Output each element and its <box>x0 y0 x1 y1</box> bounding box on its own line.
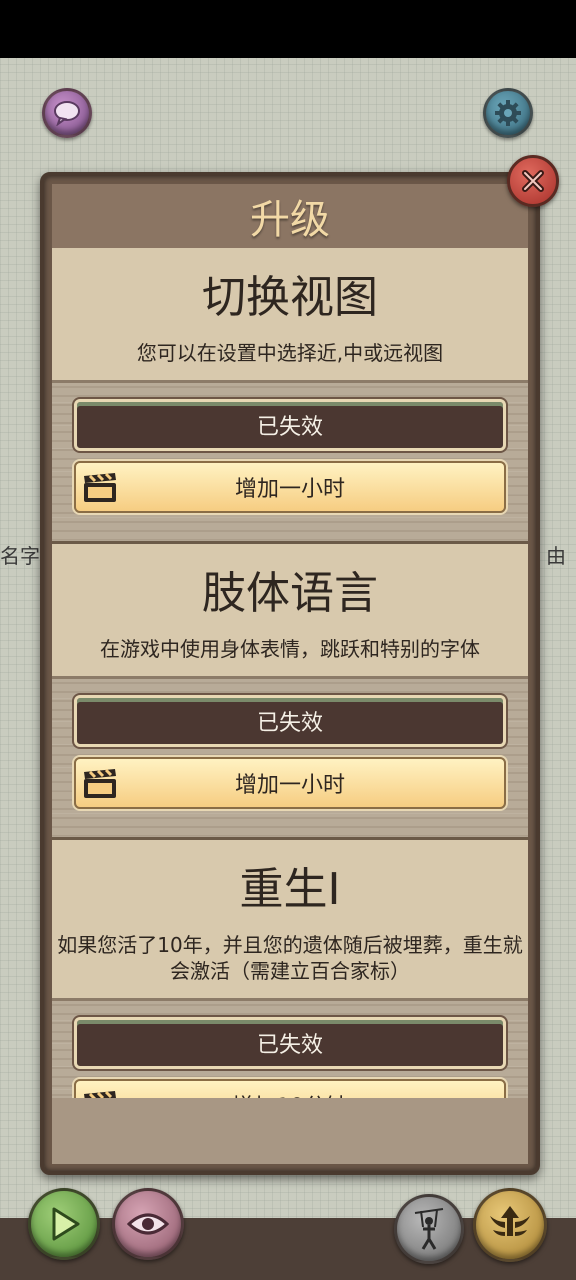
card-title: 切换视图 <box>202 272 378 323</box>
eye-icon <box>127 1213 169 1235</box>
close-x-icon <box>522 170 544 192</box>
gear-icon <box>495 100 521 126</box>
puppet-icon <box>414 1208 444 1250</box>
card-info: 重生I 如果您活了10年，并且您的遗体随后被埋葬，重生就会激活（需建立百合家标） <box>52 840 528 998</box>
card-description: 如果您活了10年，并且您的遗体随后被埋葬，重生就会激活（需建立百合家标） <box>57 933 523 983</box>
add-hour-label: 增加一小时 <box>234 773 345 798</box>
view-button[interactable] <box>112 1188 184 1260</box>
dialog-title-bar: 升级 <box>52 184 528 248</box>
side-label-right: 由 <box>546 544 566 568</box>
expired-button[interactable]: 已失效 <box>74 1017 506 1069</box>
upgrade-button[interactable] <box>473 1188 547 1262</box>
winged-arrow-icon <box>490 1206 530 1236</box>
add-minutes-label: 增加10分钟 <box>232 1089 348 1098</box>
close-button[interactable] <box>507 155 559 207</box>
clapperboard-icon <box>84 768 116 798</box>
card-title: 肢体语言 <box>202 568 378 619</box>
play-icon <box>52 1207 80 1241</box>
card-actions: 已失效 增加一小时 <box>52 380 528 544</box>
card-description: 您可以在设置中选择近,中或远视图 <box>136 341 444 365</box>
card-description: 在游戏中使用身体表情，跳跃和特别的字体 <box>100 637 480 661</box>
expired-button[interactable]: 已失效 <box>74 695 506 747</box>
settings-button[interactable] <box>483 88 533 138</box>
card-actions: 已失效 增加10分钟 <box>52 998 528 1098</box>
add-minutes-button[interactable]: 增加10分钟 <box>74 1079 506 1098</box>
side-label-left: 名字 <box>0 544 40 568</box>
chat-button[interactable] <box>42 88 92 138</box>
clapperboard-icon <box>84 472 116 502</box>
upgrade-card: 重生I 如果您活了10年，并且您的遗体随后被埋葬，重生就会激活（需建立百合家标）… <box>52 840 528 1098</box>
upgrade-card: 切换视图 您可以在设置中选择近,中或远视图 已失效 增加一小时 <box>52 248 528 544</box>
add-hour-label: 增加一小时 <box>234 477 345 502</box>
upgrade-list[interactable]: 切换视图 您可以在设置中选择近,中或远视图 已失效 增加一小时 肢体语言 在游戏… <box>52 248 528 1098</box>
dialog-title: 升级 <box>250 197 330 243</box>
list-bottom-fade <box>52 1098 528 1164</box>
card-title: 重生I <box>239 864 341 915</box>
clapperboard-icon <box>84 1090 116 1098</box>
add-hour-button[interactable]: 增加一小时 <box>74 757 506 809</box>
add-hour-button[interactable]: 增加一小时 <box>74 461 506 513</box>
status-bar <box>0 0 576 58</box>
upgrade-card: 肢体语言 在游戏中使用身体表情，跳跃和特别的字体 已失效 增加一小时 <box>52 544 528 840</box>
card-info: 切换视图 您可以在设置中选择近,中或远视图 <box>52 248 528 380</box>
expired-button[interactable]: 已失效 <box>74 399 506 451</box>
play-button[interactable] <box>28 1188 100 1260</box>
chat-bubble-icon <box>54 101 80 126</box>
puppet-button[interactable] <box>394 1194 464 1264</box>
card-actions: 已失效 增加一小时 <box>52 676 528 840</box>
card-info: 肢体语言 在游戏中使用身体表情，跳跃和特别的字体 <box>52 544 528 676</box>
